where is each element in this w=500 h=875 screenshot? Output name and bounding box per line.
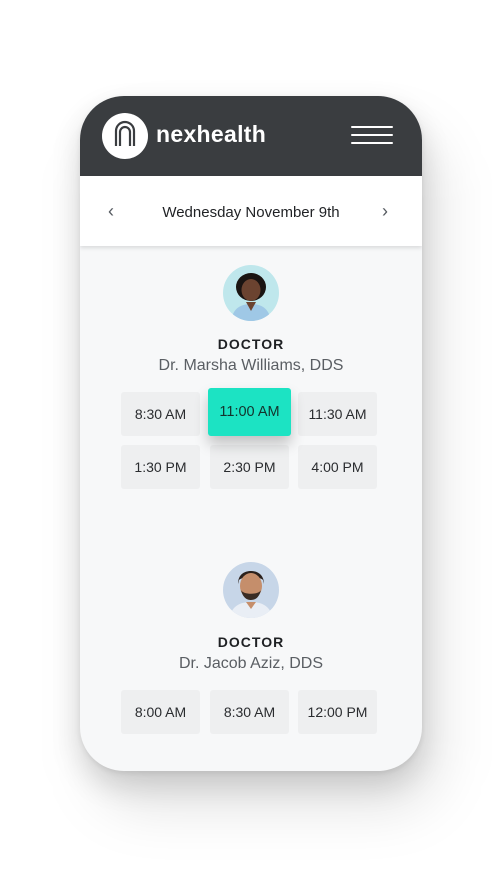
doctor-role: DOCTOR bbox=[217, 634, 285, 650]
time-slot[interactable]: 8:30 AM bbox=[210, 690, 289, 734]
current-date: Wednesday November 9th bbox=[162, 204, 340, 221]
doctor-name: Dr. Jacob Aziz, DDS bbox=[178, 655, 324, 672]
chevron-left-icon[interactable]: ‹ bbox=[108, 202, 114, 220]
doctor-role: DOCTOR bbox=[217, 336, 285, 352]
time-slot[interactable]: 2:30 PM bbox=[210, 445, 289, 489]
time-slot[interactable]: 8:30 AM bbox=[121, 392, 200, 436]
time-slot[interactable]: 12:00 PM bbox=[298, 690, 377, 734]
time-slot[interactable]: 4:00 PM bbox=[298, 445, 377, 489]
time-slot[interactable]: 1:30 PM bbox=[121, 445, 200, 489]
date-navigator: ‹ Wednesday November 9th › bbox=[80, 176, 422, 246]
phone-frame: nexhealth ‹ Wednesday November 9th › DOC… bbox=[80, 96, 422, 771]
stage: nexhealth ‹ Wednesday November 9th › DOC… bbox=[0, 0, 500, 875]
hamburger-menu-icon[interactable] bbox=[351, 126, 393, 146]
app-header: nexhealth bbox=[80, 96, 422, 176]
time-slot[interactable]: 8:00 AM bbox=[121, 690, 200, 734]
time-slot[interactable]: 11:30 AM bbox=[298, 392, 377, 436]
nexhealth-logo-icon[interactable] bbox=[102, 113, 148, 159]
doctor-avatar-male bbox=[223, 562, 279, 618]
time-slot-selected[interactable]: 11:00 AM bbox=[208, 388, 291, 436]
brand-name: nexhealth bbox=[156, 121, 267, 147]
chevron-right-icon[interactable]: › bbox=[382, 202, 388, 220]
doctor-name: Dr. Marsha Williams, DDS bbox=[158, 357, 344, 374]
doctor-avatar-female bbox=[223, 265, 279, 321]
